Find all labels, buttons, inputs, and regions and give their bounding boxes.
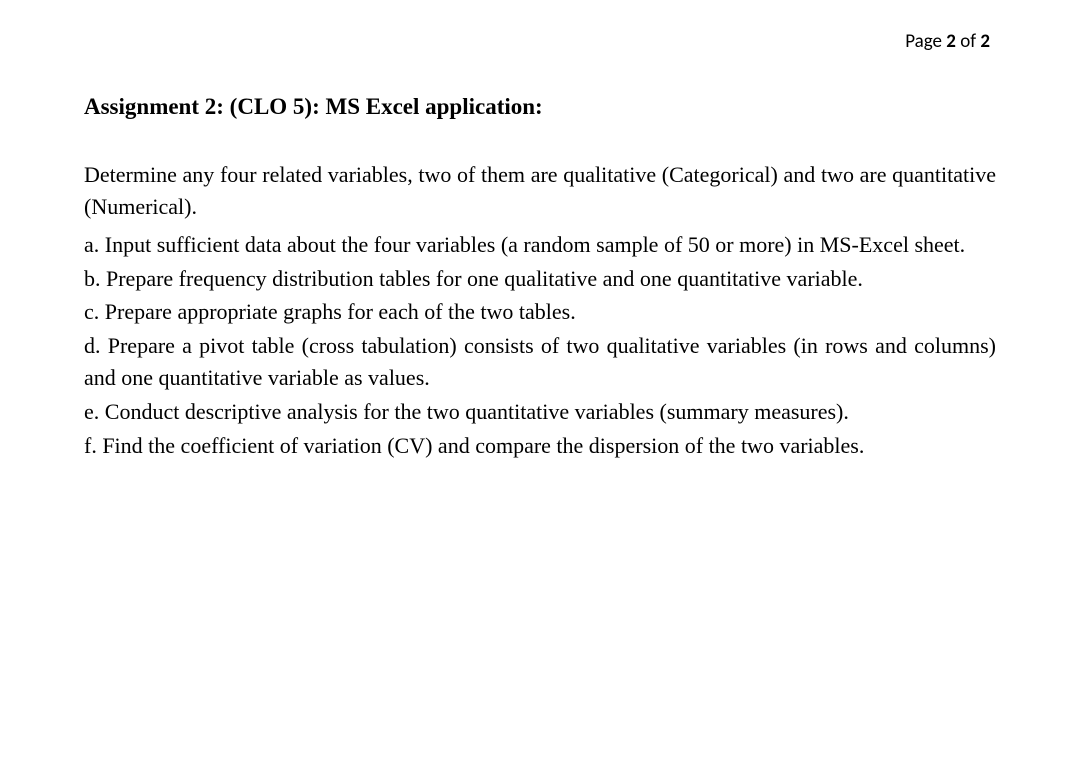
intro-paragraph: Determine any four related variables, tw…: [84, 159, 996, 223]
item-e: e. Conduct descriptive analysis for the …: [84, 396, 996, 428]
item-d: d. Prepare a pivot table (cross tabulati…: [84, 330, 996, 394]
page-indicator: Page 2 of 2: [84, 28, 996, 56]
item-b: b. Prepare frequency distribution tables…: [84, 263, 996, 295]
page-current: 2: [946, 30, 956, 53]
item-f: f. Find the coefficient of variation (CV…: [84, 430, 996, 462]
item-c: c. Prepare appropriate graphs for each o…: [84, 296, 996, 328]
page-label-prefix: Page: [905, 30, 946, 53]
item-a: a. Input sufficient data about the four …: [84, 229, 996, 261]
assignment-title: Assignment 2: (CLO 5): MS Excel applicat…: [84, 90, 996, 123]
page-of-label: of: [956, 30, 980, 53]
page-total: 2: [980, 30, 990, 53]
